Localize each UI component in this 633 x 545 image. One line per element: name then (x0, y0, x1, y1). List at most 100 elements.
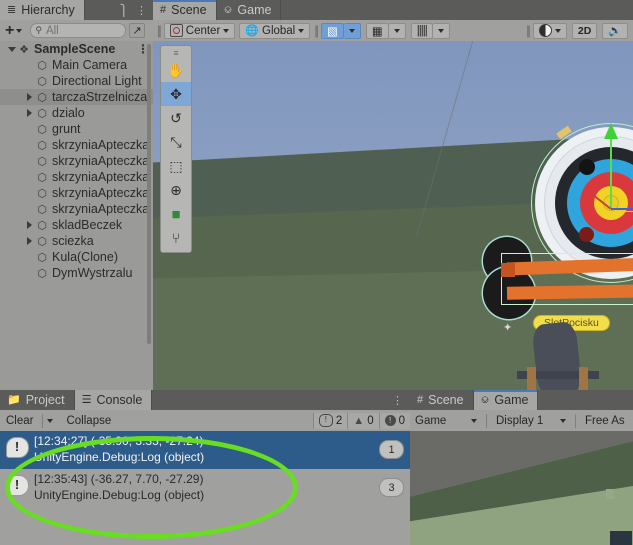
hierarchy-item[interactable]: ⬡ skrzyniaApteczka (0, 137, 153, 153)
gameobject-icon: ⬡ (37, 267, 47, 280)
error-count-badge[interactable]: ! 0 (378, 412, 410, 429)
scene-tabstrip: # Scene ⎉ Game (153, 0, 633, 20)
hierarchy-item[interactable]: ⬡ skrzyniaApteczka (0, 185, 153, 201)
console-entry[interactable]: ! [12:35:43] (-36.27, 7.70, -27.29) UnityE… (0, 469, 410, 507)
aspect-dropdown[interactable]: Free As (580, 413, 630, 429)
hierarchy-item-label: skrzyniaApteczka (52, 202, 150, 216)
clear-dropdown-icon[interactable] (47, 418, 54, 423)
tab-game-2[interactable]: ⎉ Game (473, 390, 539, 410)
hierarchy-item[interactable]: ⬡ skrzyniaApteczka (0, 169, 153, 185)
cannon-object[interactable] (513, 320, 633, 390)
magnet-snap-button[interactable]: ▦ (365, 22, 389, 39)
hand-tool[interactable]: ✋ (161, 58, 191, 82)
hierarchy-item[interactable]: ⬡ dzialo (0, 105, 153, 121)
cart-object[interactable] (483, 237, 633, 321)
pivot-mode-button[interactable]: Center (163, 22, 236, 39)
hierarchy-item-label: skladBeczek (52, 218, 123, 232)
log-count-badge[interactable]: ! 2 (312, 412, 348, 429)
kebab-menu-icon[interactable]: ⋮ (136, 4, 147, 17)
particle-sparkle: ✦ (503, 322, 513, 334)
display-label: Display 1 (496, 414, 544, 427)
move-tool[interactable]: ✥ (161, 82, 191, 106)
lock-icon[interactable]: ⎫ (120, 4, 128, 17)
game-viewport[interactable] (410, 431, 633, 545)
gizmo-arrow-y[interactable] (604, 123, 618, 139)
toolbar-separator-3 (575, 413, 576, 428)
hierarchy-item[interactable]: ⬡ tarczaStrzelnicza (0, 89, 153, 105)
cannon-barrel (531, 320, 583, 390)
chevron-down-icon[interactable] (16, 28, 23, 33)
grid-snap-button[interactable]: ▧ (321, 22, 344, 39)
custom-tool[interactable]: ■ (161, 202, 191, 226)
twisty-collapsed-icon[interactable] (24, 109, 35, 117)
rotate-tool[interactable]: ↺ (161, 106, 191, 130)
game-object-dark (610, 531, 632, 545)
transform-tool[interactable]: ⊕ (161, 178, 191, 202)
hierarchy-item[interactable]: ⬡ skladBeczek (0, 217, 153, 233)
error-icon: ! (384, 415, 396, 426)
scale-tool[interactable]: ⤡ (161, 130, 191, 154)
mode-2d-button[interactable]: 2D (571, 22, 598, 39)
increment-snap-button[interactable]: ||||| (410, 22, 433, 39)
hierarchy-tree[interactable]: ❖ SampleScene ⋮ ⬡ Main Camera ⬡ Directional Li… (0, 41, 153, 390)
chevron-down-icon (560, 418, 566, 423)
lighting-toggle-button[interactable] (532, 22, 567, 39)
tab-game[interactable]: ⎉ Game (216, 0, 282, 20)
console-entry-message: [12:35:43] (-36.27, 7.70, -27.29) (34, 472, 204, 486)
tab-project[interactable]: 📁 Project (0, 390, 75, 410)
console-entry-message: [12:34:27] (-35.90, 3.33, -27.24) (34, 434, 204, 448)
hierarchy-item[interactable]: ⬡ skrzyniaApteczka (0, 153, 153, 169)
warning-count-badge[interactable]: ▲ 0 (347, 412, 379, 429)
twisty-collapsed-icon[interactable] (24, 237, 35, 245)
hierarchy-item[interactable]: ❖ SampleScene ⋮ (0, 41, 153, 57)
audio-mute-button[interactable]: 🔊 (602, 22, 628, 39)
hierarchy-item[interactable]: ⬡ grunt (0, 121, 153, 137)
clear-button[interactable]: Clear (0, 413, 38, 429)
add-object-button[interactable]: + (5, 22, 14, 38)
gizmo-plane-handle[interactable] (609, 185, 633, 212)
twisty-collapsed-icon[interactable] (24, 221, 35, 229)
hit-marker-black (579, 159, 595, 175)
rect-tool[interactable]: ⬚ (161, 154, 191, 178)
joint-tool[interactable]: ⑂ (161, 226, 191, 250)
gameobject-icon: ⬡ (37, 123, 47, 136)
hierarchy-item[interactable]: ⬡ DymWystrzalu (0, 265, 153, 281)
hierarchy-toolbar: + ⚲ All ↗ (0, 20, 153, 42)
grid-icon: # (160, 3, 167, 16)
magnet-snap-dropdown[interactable] (388, 22, 406, 39)
hierarchy-item[interactable]: ⬡ sciezka (0, 233, 153, 249)
search-input[interactable]: All (46, 25, 59, 37)
tab-scene[interactable]: # Scene (153, 0, 217, 20)
kebab-menu-icon[interactable]: ⋮ (392, 394, 403, 407)
display-dropdown[interactable]: Display 1 (491, 413, 571, 429)
expand-icon[interactable]: ↗ (129, 23, 145, 38)
collapse-label: Collapse (66, 414, 112, 427)
tab-hierarchy-label: Hierarchy (21, 3, 75, 17)
tab-scene-2[interactable]: # Scene (410, 390, 474, 410)
gameobject-icon: ⬡ (37, 91, 47, 104)
collapse-button[interactable]: Collapse (61, 413, 116, 429)
console-entry[interactable]: ! [12:34:27] (-35.90, 3.33, -27.24) UnityE… (0, 431, 410, 469)
hierarchy-item[interactable]: ⬡ Directional Light (0, 73, 153, 89)
magnet-snap-icon: ▦ (371, 25, 383, 38)
twisty-collapsed-icon[interactable] (24, 93, 35, 101)
hierarchy-item-label: dzialo (52, 106, 85, 120)
scene-panel: # Scene ⎉ Game || Center 🌐 Global || ▧ ▦… (153, 0, 633, 390)
grid-snap-dropdown[interactable] (343, 22, 361, 39)
console-entry-list[interactable]: ! [12:34:27] (-35.90, 3.33, -27.24) UnityE… (0, 431, 410, 545)
hierarchy-icon: ≣ (7, 3, 17, 16)
scene-tool-palette[interactable]: ≡ ✋ ✥ ↺ ⤡ ⬚ ⊕ ■ ⑂ (160, 45, 192, 253)
hierarchy-item[interactable]: ⬡ Main Camera (0, 57, 153, 73)
hierarchy-item[interactable]: ⬡ skrzyniaApteczka (0, 201, 153, 217)
game-mode-dropdown[interactable]: Game (410, 413, 482, 429)
tab-hierarchy[interactable]: ≣ Hierarchy (0, 0, 85, 20)
scene-viewport[interactable]: ✦ SlotPocisku ≡ ✋ ✥ ↺ ⤡ ⬚ ⊕ ■ ⑂ (153, 41, 633, 390)
hierarchy-item[interactable]: ⬡ Kula(Clone) (0, 249, 153, 265)
twisty-expanded-icon[interactable] (6, 46, 17, 52)
increment-snap-dropdown[interactable] (432, 22, 450, 39)
handle-space-button[interactable]: 🌐 Global (239, 22, 311, 39)
hierarchy-scrollbar[interactable] (147, 44, 151, 344)
increment-snap-icon: ||||| (416, 24, 428, 37)
tab-console[interactable]: ☰ Console (74, 390, 153, 410)
cannon-post-left (527, 367, 536, 390)
